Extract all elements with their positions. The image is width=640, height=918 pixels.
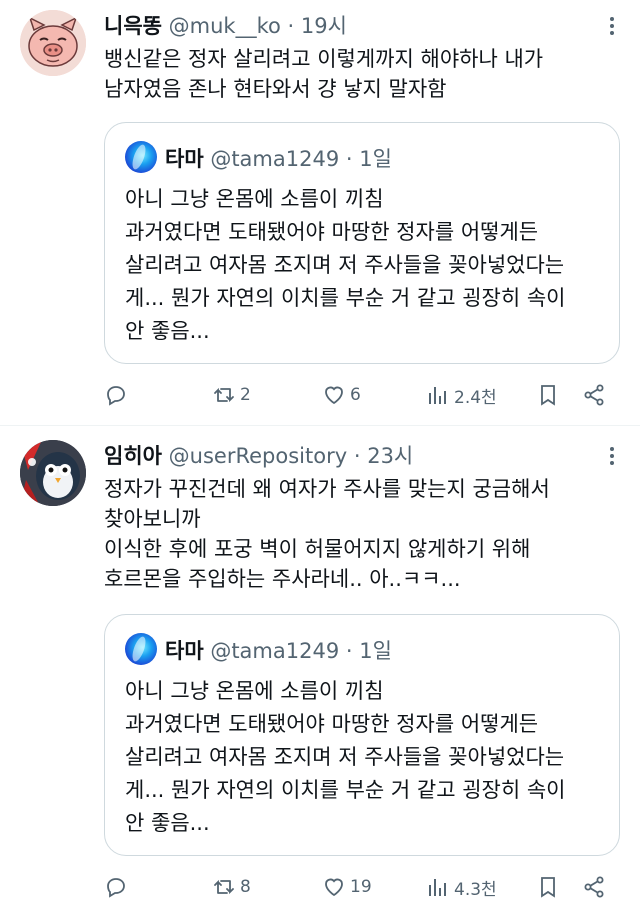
quoted-avatar — [125, 633, 157, 665]
quoted-tweet-text: 아니 그냥 온몸에 소름이 끼침 과거였다면 도태됐어야 마땅한 정자를 어떻게… — [125, 187, 566, 343]
like-count: 6 — [350, 385, 361, 405]
like-count: 19 — [350, 877, 372, 897]
user-handle[interactable]: @userRepository — [169, 444, 347, 468]
view-count: 2.4천 — [454, 387, 497, 408]
separator-dot: · — [345, 639, 353, 663]
reply-icon — [107, 878, 125, 898]
like-button[interactable]: 6 — [322, 380, 361, 410]
views-button[interactable]: 4.3천 — [426, 872, 497, 902]
bookmark-button[interactable] — [536, 872, 560, 902]
quoted-tweet-header: 타마 @tama1249 · 1일 — [125, 633, 392, 665]
tweet-text: 뱅신같은 정자 살리려고 이렇게까지 해야하나 내가 남자였음 존나 현타와서 … — [104, 47, 544, 101]
quoted-tweet-text: 아니 그냥 온몸에 소름이 끼침 과거였다면 도태됐어야 마땅한 정자를 어떻게… — [125, 679, 566, 835]
repost-button[interactable]: 8 — [212, 872, 251, 902]
display-name[interactable]: 임히아 — [104, 444, 162, 468]
quoted-user-handle: @tama1249 — [210, 147, 340, 171]
tweet[interactable]: 임히아 @userRepository · 23시 정자가 꾸진건데 왜 여자가… — [0, 426, 640, 918]
bookmark-icon — [541, 385, 555, 406]
quoted-timestamp: 1일 — [359, 147, 392, 171]
tweet[interactable]: 니윽똥 @muk__ko · 19시 뱅신같은 정자 살리려고 이렇게까지 해야… — [0, 0, 640, 420]
timestamp[interactable]: 19시 — [301, 14, 347, 38]
quoted-user-handle: @tama1249 — [210, 639, 340, 663]
more-options-icon[interactable] — [600, 14, 624, 38]
display-name[interactable]: 니윽똥 — [104, 14, 162, 38]
reply-button[interactable] — [104, 380, 128, 410]
quoted-display-name: 타마 — [165, 639, 204, 663]
penguin-avatar-icon — [20, 440, 86, 506]
share-button[interactable] — [582, 380, 606, 410]
avatar[interactable] — [20, 10, 86, 76]
views-button[interactable]: 2.4천 — [426, 380, 497, 410]
action-bar: 2 6 2.4천 — [104, 380, 624, 410]
views-chart-icon — [429, 387, 446, 404]
repost-icon — [214, 879, 234, 895]
share-button[interactable] — [582, 872, 606, 902]
quoted-timestamp: 1일 — [359, 639, 392, 663]
quoted-avatar — [125, 141, 157, 173]
tweet-text: 정자가 꾸진건데 왜 여자가 주사를 맞는지 궁금해서 찾아보니까 이식한 후에… — [104, 477, 550, 591]
share-icon — [584, 876, 604, 898]
quoted-tweet-header: 타마 @tama1249 · 1일 — [125, 141, 392, 173]
bookmark-button[interactable] — [536, 380, 560, 410]
repost-icon — [214, 387, 234, 403]
reply-icon — [107, 386, 125, 406]
more-options-icon[interactable] — [600, 444, 624, 468]
separator-dot: · — [353, 444, 361, 468]
view-count: 4.3천 — [454, 879, 497, 900]
quoted-display-name: 타마 — [165, 147, 204, 171]
repost-button[interactable]: 2 — [212, 380, 251, 410]
separator-dot: · — [345, 147, 353, 171]
reply-button[interactable] — [104, 872, 128, 902]
repost-count: 2 — [240, 385, 251, 405]
quoted-tweet[interactable]: 타마 @tama1249 · 1일 아니 그냥 온몸에 소름이 끼침 과거였다면… — [104, 614, 620, 856]
timestamp[interactable]: 23시 — [367, 444, 413, 468]
heart-icon — [325, 878, 343, 897]
repost-count: 8 — [240, 877, 251, 897]
pig-avatar-icon — [20, 10, 86, 76]
share-icon — [584, 384, 604, 406]
separator-dot: · — [287, 14, 295, 38]
quoted-tweet[interactable]: 타마 @tama1249 · 1일 아니 그냥 온몸에 소름이 끼침 과거였다면… — [104, 122, 620, 364]
tweet-header: 임히아 @userRepository · 23시 — [104, 442, 413, 470]
views-chart-icon — [429, 879, 446, 896]
bookmark-icon — [541, 877, 555, 898]
tweet-header: 니윽똥 @muk__ko · 19시 — [104, 12, 347, 40]
heart-icon — [325, 386, 343, 405]
like-button[interactable]: 19 — [322, 872, 372, 902]
user-handle[interactable]: @muk__ko — [169, 14, 281, 38]
action-bar: 8 19 4.3천 — [104, 872, 624, 902]
avatar[interactable] — [20, 440, 86, 506]
